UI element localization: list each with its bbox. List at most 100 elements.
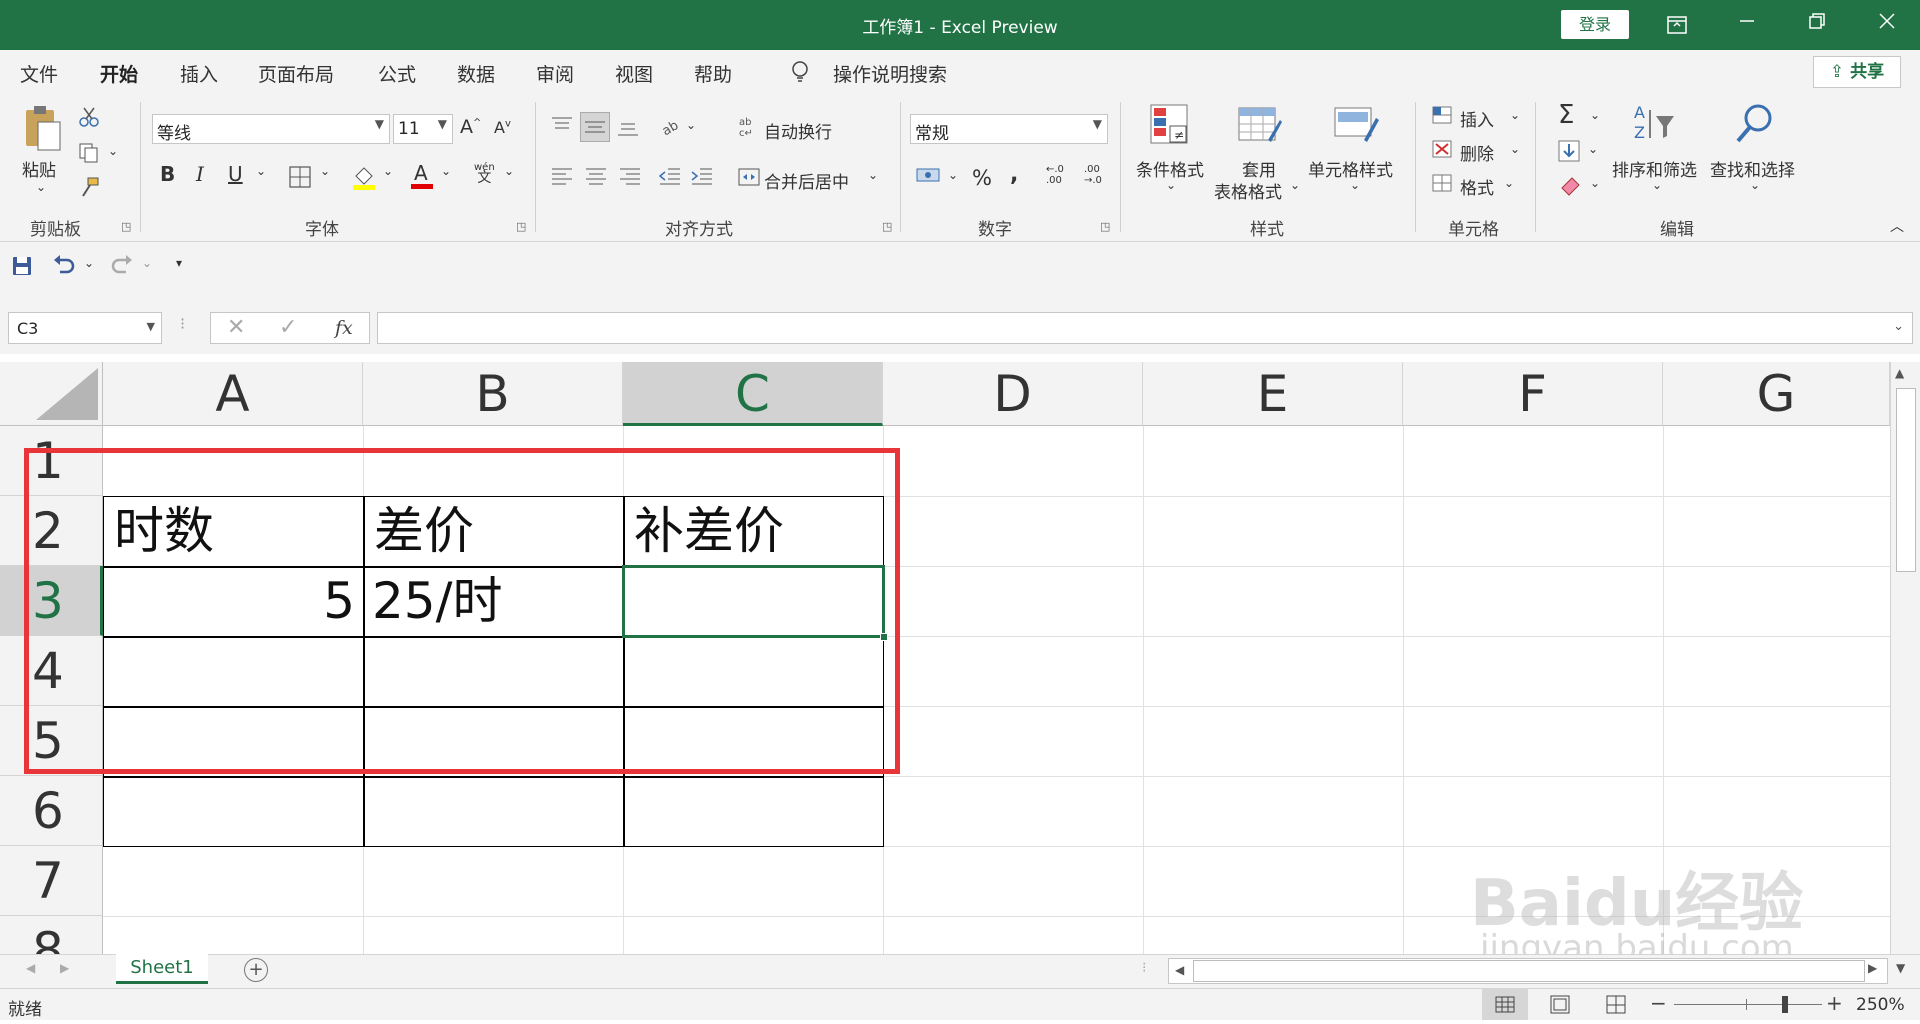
clear-dropdown-icon[interactable]: ⌄ xyxy=(1590,176,1600,190)
tab-help[interactable]: 帮助 xyxy=(694,60,732,87)
format-as-table-line2[interactable]: 表格格式 xyxy=(1214,178,1282,203)
align-middle-icon[interactable] xyxy=(580,112,610,142)
zoom-out-icon[interactable]: − xyxy=(1650,991,1667,1015)
worksheet-grid[interactable]: A B C D E F G 1 2 3 4 5 6 7 8 时数 差价 补差价 … xyxy=(0,354,1920,954)
format-cells-icon[interactable] xyxy=(1432,174,1454,198)
select-all-button[interactable] xyxy=(0,362,103,426)
row-header-8[interactable]: 8 xyxy=(0,916,103,954)
phonetic-guide-button[interactable]: wén 文 xyxy=(474,162,495,185)
restore-icon[interactable] xyxy=(1782,0,1852,50)
sheet-tab-sheet1[interactable]: Sheet1 xyxy=(116,954,208,984)
horizontal-scroll-thumb[interactable] xyxy=(1193,960,1865,982)
currency-icon[interactable] xyxy=(916,166,942,192)
cell-styles-dropdown-icon[interactable]: ⌄ xyxy=(1350,178,1360,192)
paste-icon[interactable] xyxy=(22,104,62,156)
scroll-down-icon[interactable]: ▼ xyxy=(1896,961,1905,975)
find-dropdown-icon[interactable]: ⌄ xyxy=(1750,178,1760,192)
insert-cells-icon[interactable] xyxy=(1432,106,1454,130)
column-header-b[interactable]: B xyxy=(363,362,623,426)
align-center-icon[interactable] xyxy=(584,166,608,192)
fill-dropdown-icon[interactable]: ⌄ xyxy=(1588,142,1598,156)
merge-center-button[interactable]: 合并后居中 xyxy=(764,168,849,193)
font-launcher-icon[interactable]: ◳ xyxy=(516,220,526,233)
tab-split-icon[interactable]: ⁝ xyxy=(1142,960,1146,976)
underline-button[interactable]: U xyxy=(228,162,243,186)
tab-data[interactable]: 数据 xyxy=(457,60,495,87)
save-icon[interactable] xyxy=(12,256,32,280)
normal-view-icon[interactable] xyxy=(1482,989,1528,1020)
scroll-up-icon[interactable]: ▲ xyxy=(1895,366,1904,380)
tab-page-layout[interactable]: 页面布局 xyxy=(258,60,334,87)
tab-formulas[interactable]: 公式 xyxy=(378,60,416,87)
copy-icon[interactable] xyxy=(78,142,100,168)
format-dropdown-icon[interactable]: ⌄ xyxy=(1504,176,1514,190)
minimize-icon[interactable] xyxy=(1712,0,1782,50)
collapse-ribbon-icon[interactable]: ︿ xyxy=(1890,216,1904,236)
zoom-slider-thumb[interactable] xyxy=(1782,996,1788,1013)
vertical-scrollbar[interactable]: ▲ xyxy=(1890,362,1920,954)
comma-style-button[interactable]: , xyxy=(1010,162,1018,187)
align-bottom-icon[interactable] xyxy=(616,114,640,142)
underline-dropdown-icon[interactable]: ⌄ xyxy=(256,164,266,178)
prev-sheet-icon[interactable]: ◀ xyxy=(26,961,35,975)
insert-function-icon[interactable]: fx xyxy=(335,317,353,339)
sort-dropdown-icon[interactable]: ⌄ xyxy=(1652,178,1662,192)
delete-cells-icon[interactable] xyxy=(1432,140,1454,164)
copy-dropdown-icon[interactable]: ⌄ xyxy=(108,144,118,158)
conditional-dropdown-icon[interactable]: ⌄ xyxy=(1166,178,1176,192)
decrease-font-size-button[interactable]: Av xyxy=(494,118,511,137)
clear-icon[interactable] xyxy=(1558,174,1582,200)
merge-center-icon[interactable] xyxy=(738,166,760,192)
undo-icon[interactable] xyxy=(52,254,76,280)
decrease-indent-icon[interactable] xyxy=(658,166,682,192)
phonetic-dropdown-icon[interactable]: ⌄ xyxy=(504,164,514,178)
page-layout-view-icon[interactable] xyxy=(1540,989,1580,1020)
expand-formula-bar-icon[interactable]: ⌄ xyxy=(1893,319,1904,334)
increase-font-size-button[interactable]: A^ xyxy=(460,116,481,138)
alignment-launcher-icon[interactable]: ◳ xyxy=(882,220,892,233)
conditional-formatting-icon[interactable]: ≠ xyxy=(1150,104,1190,150)
cell-styles-icon[interactable] xyxy=(1334,104,1380,150)
ribbon-display-icon[interactable] xyxy=(1642,0,1712,50)
number-format-select[interactable]: 常规 ▼ xyxy=(910,114,1108,144)
scroll-left-icon[interactable]: ◀ xyxy=(1175,963,1184,977)
page-break-view-icon[interactable] xyxy=(1596,989,1636,1020)
borders-icon[interactable] xyxy=(289,166,311,192)
orientation-icon[interactable]: ab xyxy=(660,116,682,142)
percent-button[interactable]: % xyxy=(972,166,992,190)
column-header-g[interactable]: G xyxy=(1663,362,1890,426)
delete-dropdown-icon[interactable]: ⌄ xyxy=(1510,142,1520,156)
italic-button[interactable]: I xyxy=(196,162,204,186)
decrease-decimal-button[interactable]: .00 →.0 xyxy=(1084,164,1102,186)
confirm-entry-icon[interactable]: ✓ xyxy=(279,315,297,340)
redo-icon[interactable] xyxy=(110,254,134,280)
redo-dropdown-icon[interactable]: ⌄ xyxy=(142,256,152,270)
font-color-dropdown-icon[interactable]: ⌄ xyxy=(441,164,451,178)
merge-dropdown-icon[interactable]: ⌄ xyxy=(868,168,878,182)
row-header-6[interactable]: 6 xyxy=(0,776,103,846)
row-header-7[interactable]: 7 xyxy=(0,846,103,916)
tab-home[interactable]: 开始 xyxy=(100,60,139,96)
wrap-text-icon[interactable]: ab c↵ xyxy=(738,116,760,142)
insert-dropdown-icon[interactable]: ⌄ xyxy=(1510,108,1520,122)
tab-file[interactable]: 文件 xyxy=(20,60,58,87)
orientation-dropdown-icon[interactable]: ⌄ xyxy=(686,118,696,132)
find-select-icon[interactable] xyxy=(1732,102,1776,150)
vertical-scroll-thumb[interactable] xyxy=(1896,388,1916,572)
next-sheet-icon[interactable]: ▶ xyxy=(60,961,69,975)
login-button[interactable]: 登录 xyxy=(1561,10,1629,39)
close-icon[interactable] xyxy=(1852,0,1920,50)
tab-review[interactable]: 审阅 xyxy=(536,60,574,87)
zoom-in-icon[interactable]: + xyxy=(1826,991,1843,1015)
name-box[interactable]: C3 ▼ xyxy=(8,312,162,344)
borders-dropdown-icon[interactable]: ⌄ xyxy=(320,164,330,178)
zoom-level[interactable]: 250% xyxy=(1856,995,1905,1015)
zoom-slider[interactable] xyxy=(1674,1004,1822,1005)
delete-cells-button[interactable]: 删除 xyxy=(1460,140,1494,165)
number-launcher-icon[interactable]: ◳ xyxy=(1100,220,1110,233)
wrap-text-button[interactable]: 自动换行 xyxy=(764,118,832,143)
column-header-e[interactable]: E xyxy=(1143,362,1403,426)
tab-view[interactable]: 视图 xyxy=(615,60,653,87)
format-painter-icon[interactable] xyxy=(78,176,100,202)
tab-insert[interactable]: 插入 xyxy=(180,60,218,87)
